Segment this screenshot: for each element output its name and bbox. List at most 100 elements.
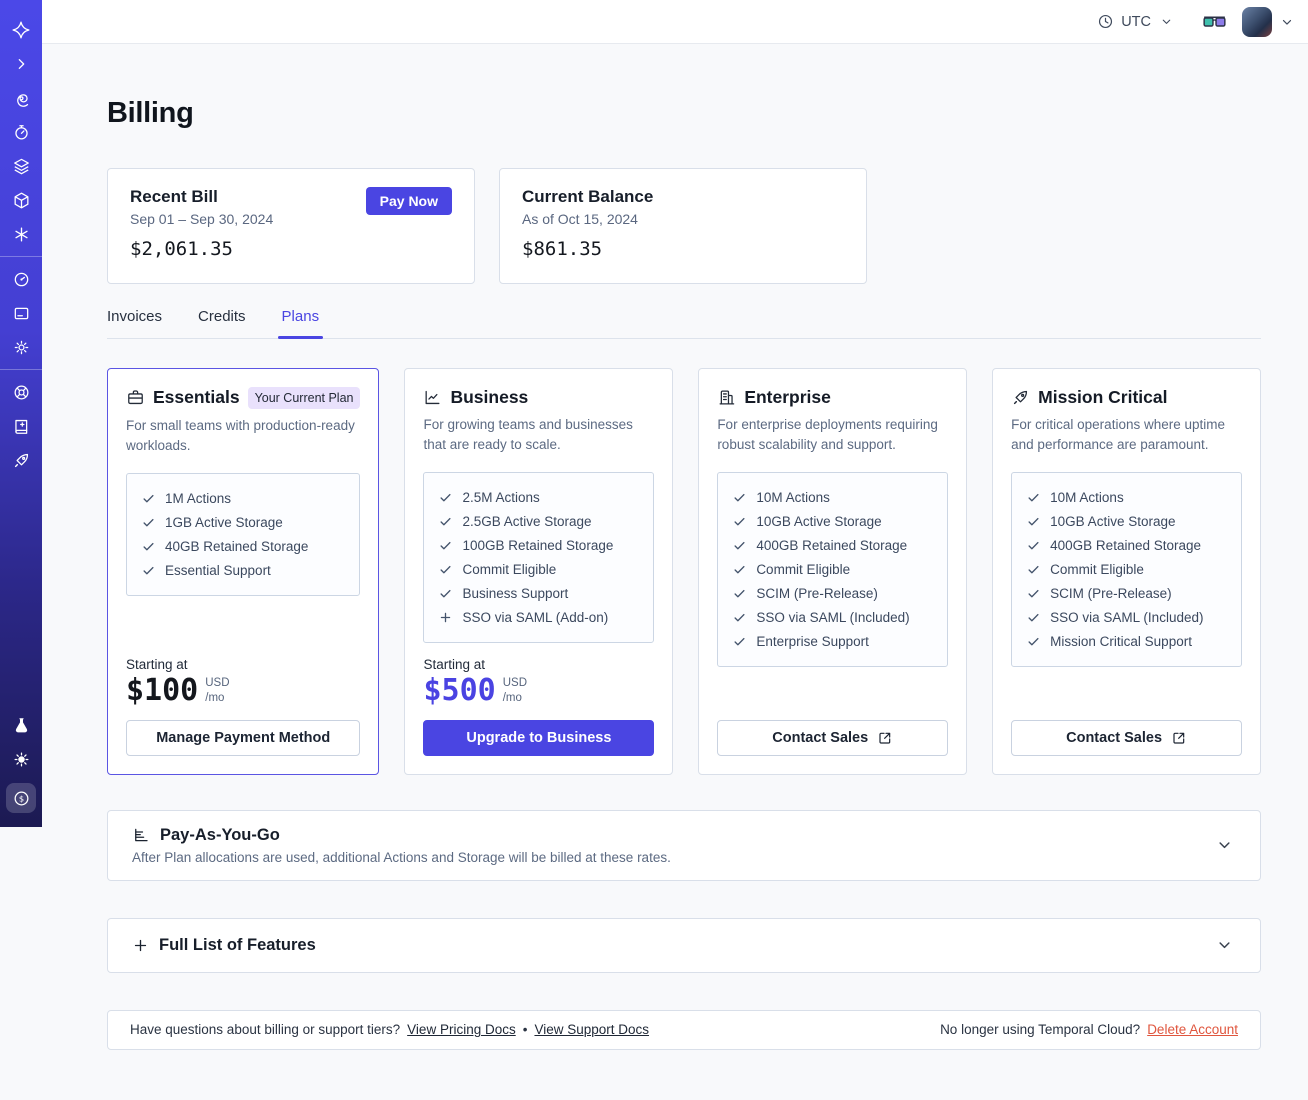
dollar-coin-icon[interactable]: $ bbox=[6, 783, 36, 813]
avatar[interactable] bbox=[1242, 6, 1272, 37]
namespaces-spiral-icon[interactable] bbox=[11, 88, 31, 108]
chevron-right-icon[interactable] bbox=[11, 54, 31, 74]
check-icon bbox=[732, 490, 747, 505]
feature-text: Commit Eligible bbox=[756, 562, 851, 578]
bar-chart-icon bbox=[132, 826, 150, 844]
external-link-icon bbox=[877, 730, 893, 746]
timer-icon[interactable] bbox=[11, 122, 31, 142]
plan-features: 2.5M Actions 2.5GB Active Storage 100GB … bbox=[423, 472, 655, 644]
building-icon bbox=[717, 388, 736, 407]
check-icon bbox=[438, 514, 453, 529]
pay-as-you-go-accordion[interactable]: Pay-As-You-Go After Plan allocations are… bbox=[107, 809, 1261, 881]
temporal-logo-icon[interactable] bbox=[11, 20, 31, 40]
plan-price: Starting at $100 USD/mo bbox=[126, 643, 360, 707]
plan-card-mission-critical: Mission Critical For critical operations… bbox=[992, 367, 1261, 775]
asterisk-icon[interactable] bbox=[11, 224, 31, 244]
plan-description: For growing teams and businesses that ar… bbox=[423, 416, 633, 453]
check-icon bbox=[732, 586, 747, 601]
plus-icon bbox=[132, 937, 149, 954]
manage-payment-button[interactable]: Manage Payment Method bbox=[126, 719, 361, 756]
feature-text: 10GB Active Storage bbox=[756, 514, 882, 530]
billing-summary: Recent Bill Sep 01 – Sep 30, 2024 Pay No… bbox=[107, 167, 1261, 284]
briefcase-icon bbox=[126, 388, 145, 407]
timezone-label: UTC bbox=[1121, 13, 1151, 30]
tab-invoices[interactable]: Invoices bbox=[107, 308, 162, 338]
feature-text: 400GB Retained Storage bbox=[1050, 538, 1202, 554]
current-balance-title: Current Balance bbox=[522, 186, 654, 206]
timezone-selector[interactable]: UTC bbox=[1097, 13, 1173, 30]
feature-text: 40GB Retained Storage bbox=[165, 539, 309, 555]
price-period: /mo bbox=[205, 692, 225, 705]
plus-icon bbox=[438, 610, 453, 625]
check-icon bbox=[141, 563, 156, 578]
feature-text: Essential Support bbox=[165, 563, 271, 579]
main-content: Billing Recent Bill Sep 01 – Sep 30, 202… bbox=[42, 44, 1308, 1050]
check-icon bbox=[438, 586, 453, 601]
plan-name: Mission Critical bbox=[1038, 386, 1168, 407]
feature-text: SCIM (Pre-Release) bbox=[1050, 586, 1172, 602]
check-icon bbox=[1026, 562, 1041, 577]
check-icon bbox=[732, 538, 747, 553]
gear-icon[interactable] bbox=[11, 337, 31, 357]
plan-card-enterprise: Enterprise For enterprise deployments re… bbox=[698, 367, 968, 775]
current-balance-card: Current Balance As of Oct 15, 2024 $861.… bbox=[499, 167, 867, 284]
current-balance-amount: $861.35 bbox=[522, 237, 603, 260]
sidebar-divider bbox=[0, 369, 42, 370]
card-panel-icon[interactable] bbox=[11, 303, 31, 323]
rocket-icon[interactable] bbox=[11, 450, 31, 470]
pricing-docs-link[interactable]: View Pricing Docs bbox=[407, 1022, 516, 1037]
check-icon bbox=[732, 610, 747, 625]
check-icon bbox=[141, 515, 156, 530]
feature-text: SSO via SAML (Add-on) bbox=[462, 610, 609, 626]
cube-icon[interactable] bbox=[11, 190, 31, 210]
check-icon bbox=[438, 490, 453, 505]
upgrade-business-button[interactable]: Upgrade to Business bbox=[423, 719, 655, 756]
clock-icon bbox=[1097, 13, 1114, 30]
chevron-down-icon[interactable] bbox=[1215, 836, 1234, 855]
plan-description: For critical operations where uptime and… bbox=[1011, 416, 1225, 453]
chevron-down-icon[interactable] bbox=[1215, 936, 1234, 955]
rocket-icon bbox=[1011, 388, 1030, 407]
full-features-accordion[interactable]: Full List of Features bbox=[107, 917, 1261, 973]
flask-icon[interactable] bbox=[11, 715, 31, 735]
check-icon bbox=[1026, 586, 1041, 601]
tab-plans[interactable]: Plans bbox=[277, 308, 323, 339]
chart-line-icon bbox=[423, 388, 442, 407]
sidebar-divider bbox=[0, 256, 42, 257]
feature-text: SCIM (Pre-Release) bbox=[756, 586, 878, 602]
billing-tabs: Invoices Credits Plans bbox=[107, 308, 1261, 339]
plan-name: Enterprise bbox=[744, 386, 831, 407]
feature-text: 2.5M Actions bbox=[462, 490, 540, 506]
pay-now-button[interactable]: Pay Now bbox=[365, 186, 452, 215]
plans-grid: Essentials Your Current Plan For small t… bbox=[107, 367, 1261, 775]
support-docs-link[interactable]: View Support Docs bbox=[534, 1022, 649, 1037]
contact-sales-button[interactable]: Contact Sales bbox=[717, 719, 949, 756]
check-icon bbox=[438, 538, 453, 553]
page-title: Billing bbox=[107, 97, 194, 129]
contact-sales-label: Contact Sales bbox=[1066, 729, 1163, 746]
plan-card-essentials: Essentials Your Current Plan For small t… bbox=[107, 367, 380, 775]
gauge-icon[interactable] bbox=[11, 269, 31, 289]
delete-account-link[interactable]: Delete Account bbox=[1147, 1022, 1238, 1037]
price-currency: USD bbox=[502, 677, 528, 690]
chevron-down-icon[interactable] bbox=[1280, 15, 1294, 29]
plan-card-business: Business For growing teams and businesse… bbox=[404, 367, 674, 775]
check-icon bbox=[732, 634, 747, 649]
feature-text: Commit Eligible bbox=[1050, 562, 1144, 578]
feature-text: Enterprise Support bbox=[756, 634, 869, 650]
lifebuoy-icon[interactable] bbox=[11, 382, 31, 402]
accordion-title: Pay-As-You-Go bbox=[160, 825, 280, 844]
feature-text: 100GB Retained Storage bbox=[462, 538, 614, 554]
check-icon bbox=[1026, 490, 1041, 505]
check-icon bbox=[1026, 610, 1041, 625]
plan-name: Business bbox=[450, 386, 529, 407]
3d-glasses-icon[interactable] bbox=[1203, 15, 1226, 29]
accordion-description: After Plan allocations are used, additio… bbox=[132, 849, 671, 865]
contact-sales-button[interactable]: Contact Sales bbox=[1011, 719, 1242, 756]
plan-features: 1M Actions 1GB Active Storage 40GB Retai… bbox=[126, 473, 361, 597]
sun-icon[interactable] bbox=[11, 749, 31, 769]
current-balance-date: As of Oct 15, 2024 bbox=[522, 210, 638, 227]
tab-credits[interactable]: Credits bbox=[198, 308, 246, 338]
book-icon[interactable] bbox=[11, 416, 31, 436]
layers-icon[interactable] bbox=[11, 156, 31, 176]
